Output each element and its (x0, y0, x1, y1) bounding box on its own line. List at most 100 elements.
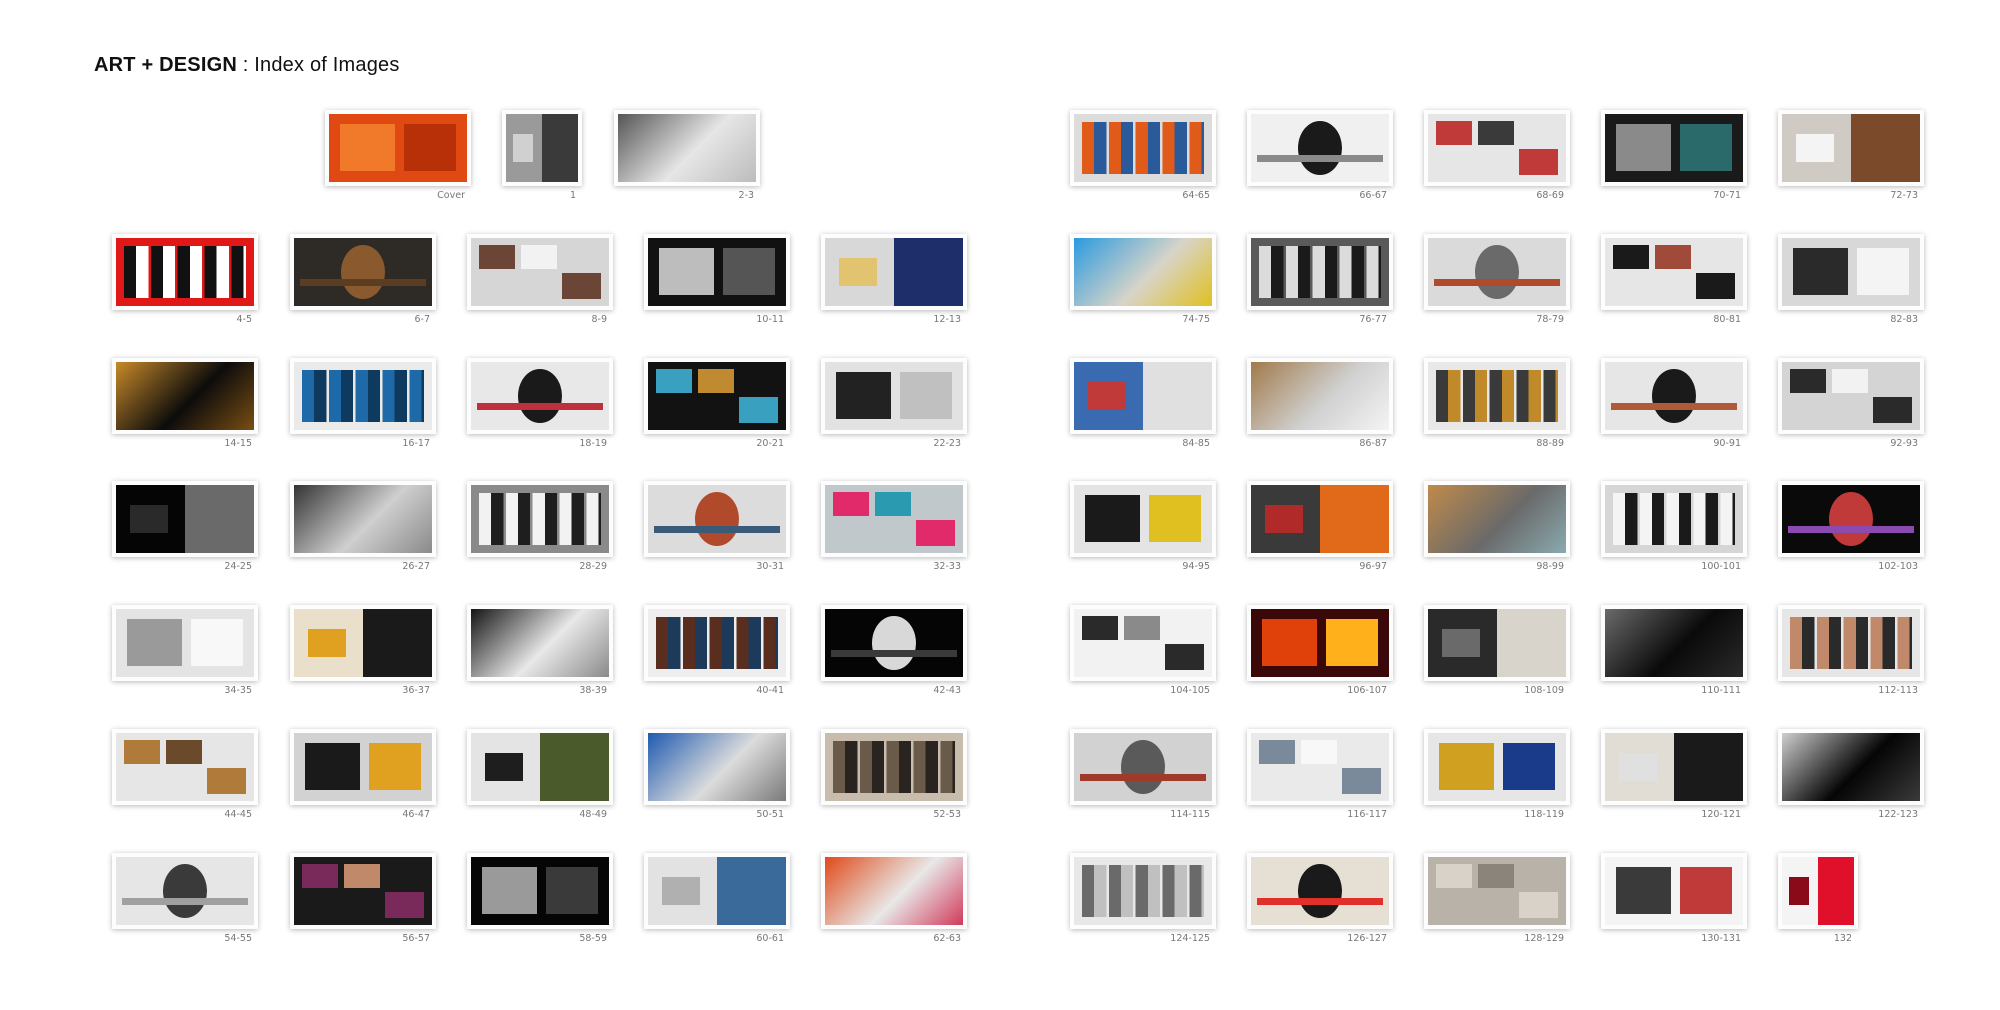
thumbnail-image[interactable] (1424, 481, 1570, 557)
page-thumbnail[interactable]: 4-5 (112, 234, 258, 325)
page-thumbnail[interactable]: 40-41 (644, 605, 790, 696)
page-thumbnail[interactable]: 92-93 (1778, 358, 1924, 449)
thumbnail-image[interactable] (644, 481, 790, 557)
thumbnail-image[interactable] (1424, 110, 1570, 186)
thumbnail-image[interactable] (290, 729, 436, 805)
thumbnail-image[interactable] (821, 853, 967, 929)
page-thumbnail[interactable]: 44-45 (112, 729, 258, 820)
page-thumbnail[interactable]: 94-95 (1070, 481, 1216, 572)
thumbnail-image[interactable] (1070, 110, 1216, 186)
page-thumbnail[interactable]: 24-25 (112, 481, 258, 572)
thumbnail-image[interactable] (1247, 358, 1393, 434)
thumbnail-image[interactable] (1247, 729, 1393, 805)
thumbnail-image[interactable] (1601, 358, 1747, 434)
thumbnail-image[interactable] (325, 110, 471, 186)
thumbnail-image[interactable] (1247, 481, 1393, 557)
page-thumbnail[interactable]: 56-57 (290, 853, 436, 944)
page-thumbnail[interactable]: 60-61 (644, 853, 790, 944)
page-thumbnail[interactable]: 120-121 (1601, 729, 1747, 820)
page-thumbnail[interactable]: 130-131 (1601, 853, 1747, 944)
thumbnail-image[interactable] (467, 729, 613, 805)
page-thumbnail[interactable]: 84-85 (1070, 358, 1216, 449)
thumbnail-image[interactable] (112, 234, 258, 310)
page-thumbnail[interactable]: 118-119 (1424, 729, 1570, 820)
thumbnail-image[interactable] (644, 234, 790, 310)
page-thumbnail[interactable]: 112-113 (1778, 605, 1924, 696)
page-thumbnail[interactable]: 28-29 (467, 481, 613, 572)
thumbnail-image[interactable] (1424, 234, 1570, 310)
page-thumbnail[interactable]: 108-109 (1424, 605, 1570, 696)
page-thumbnail[interactable]: 110-111 (1601, 605, 1747, 696)
page-thumbnail[interactable]: 14-15 (112, 358, 258, 449)
thumbnail-image[interactable] (1070, 481, 1216, 557)
thumbnail-image[interactable] (1778, 853, 1858, 929)
page-thumbnail[interactable]: 66-67 (1247, 110, 1393, 201)
page-thumbnail[interactable]: 6-7 (290, 234, 436, 325)
thumbnail-image[interactable] (1601, 234, 1747, 310)
page-thumbnail[interactable]: 90-91 (1601, 358, 1747, 449)
thumbnail-image[interactable] (1424, 853, 1570, 929)
thumbnail-image[interactable] (290, 481, 436, 557)
page-thumbnail[interactable]: 104-105 (1070, 605, 1216, 696)
thumbnail-image[interactable] (1070, 853, 1216, 929)
page-thumbnail[interactable]: 38-39 (467, 605, 613, 696)
page-thumbnail[interactable]: 88-89 (1424, 358, 1570, 449)
page-thumbnail[interactable]: 20-21 (644, 358, 790, 449)
thumbnail-image[interactable] (1778, 481, 1924, 557)
page-thumbnail[interactable]: 54-55 (112, 853, 258, 944)
thumbnail-image[interactable] (1070, 605, 1216, 681)
thumbnail-image[interactable] (467, 853, 613, 929)
thumbnail-image[interactable] (614, 110, 760, 186)
thumbnail-image[interactable] (290, 853, 436, 929)
thumbnail-image[interactable] (1070, 358, 1216, 434)
thumbnail-image[interactable] (1601, 853, 1747, 929)
thumbnail-image[interactable] (1601, 110, 1747, 186)
thumbnail-image[interactable] (1778, 358, 1924, 434)
page-thumbnail[interactable]: 132 (1778, 853, 1858, 944)
page-thumbnail[interactable]: 122-123 (1778, 729, 1924, 820)
thumbnail-image[interactable] (112, 853, 258, 929)
page-thumbnail[interactable]: 62-63 (821, 853, 967, 944)
page-thumbnail[interactable]: 74-75 (1070, 234, 1216, 325)
thumbnail-image[interactable] (821, 481, 967, 557)
thumbnail-image[interactable] (644, 605, 790, 681)
thumbnail-image[interactable] (821, 358, 967, 434)
page-thumbnail[interactable]: 16-17 (290, 358, 436, 449)
page-thumbnail[interactable]: 18-19 (467, 358, 613, 449)
page-thumbnail[interactable]: 30-31 (644, 481, 790, 572)
page-thumbnail[interactable]: 78-79 (1424, 234, 1570, 325)
page-thumbnail[interactable]: 12-13 (821, 234, 967, 325)
thumbnail-image[interactable] (1778, 729, 1924, 805)
thumbnail-image[interactable] (1601, 481, 1747, 557)
page-thumbnail[interactable]: 46-47 (290, 729, 436, 820)
thumbnail-image[interactable] (644, 358, 790, 434)
page-thumbnail[interactable]: 32-33 (821, 481, 967, 572)
thumbnail-image[interactable] (644, 853, 790, 929)
page-thumbnail[interactable]: 42-43 (821, 605, 967, 696)
thumbnail-image[interactable] (1424, 358, 1570, 434)
thumbnail-image[interactable] (1778, 605, 1924, 681)
page-thumbnail[interactable]: 98-99 (1424, 481, 1570, 572)
page-thumbnail[interactable]: 86-87 (1247, 358, 1393, 449)
page-thumbnail[interactable]: 126-127 (1247, 853, 1393, 944)
page-thumbnail[interactable]: Cover (325, 110, 471, 201)
page-thumbnail[interactable]: 68-69 (1424, 110, 1570, 201)
page-thumbnail[interactable]: 26-27 (290, 481, 436, 572)
page-thumbnail[interactable]: 58-59 (467, 853, 613, 944)
page-thumbnail[interactable]: 76-77 (1247, 234, 1393, 325)
page-thumbnail[interactable]: 2-3 (614, 110, 760, 201)
thumbnail-image[interactable] (467, 234, 613, 310)
page-thumbnail[interactable]: 1 (502, 110, 582, 201)
page-thumbnail[interactable]: 106-107 (1247, 605, 1393, 696)
thumbnail-image[interactable] (1070, 234, 1216, 310)
page-thumbnail[interactable]: 10-11 (644, 234, 790, 325)
page-thumbnail[interactable]: 8-9 (467, 234, 613, 325)
page-thumbnail[interactable]: 72-73 (1778, 110, 1924, 201)
page-thumbnail[interactable]: 124-125 (1070, 853, 1216, 944)
page-thumbnail[interactable]: 96-97 (1247, 481, 1393, 572)
page-thumbnail[interactable]: 48-49 (467, 729, 613, 820)
thumbnail-image[interactable] (1247, 605, 1393, 681)
thumbnail-image[interactable] (290, 358, 436, 434)
page-thumbnail[interactable]: 128-129 (1424, 853, 1570, 944)
thumbnail-image[interactable] (1778, 110, 1924, 186)
